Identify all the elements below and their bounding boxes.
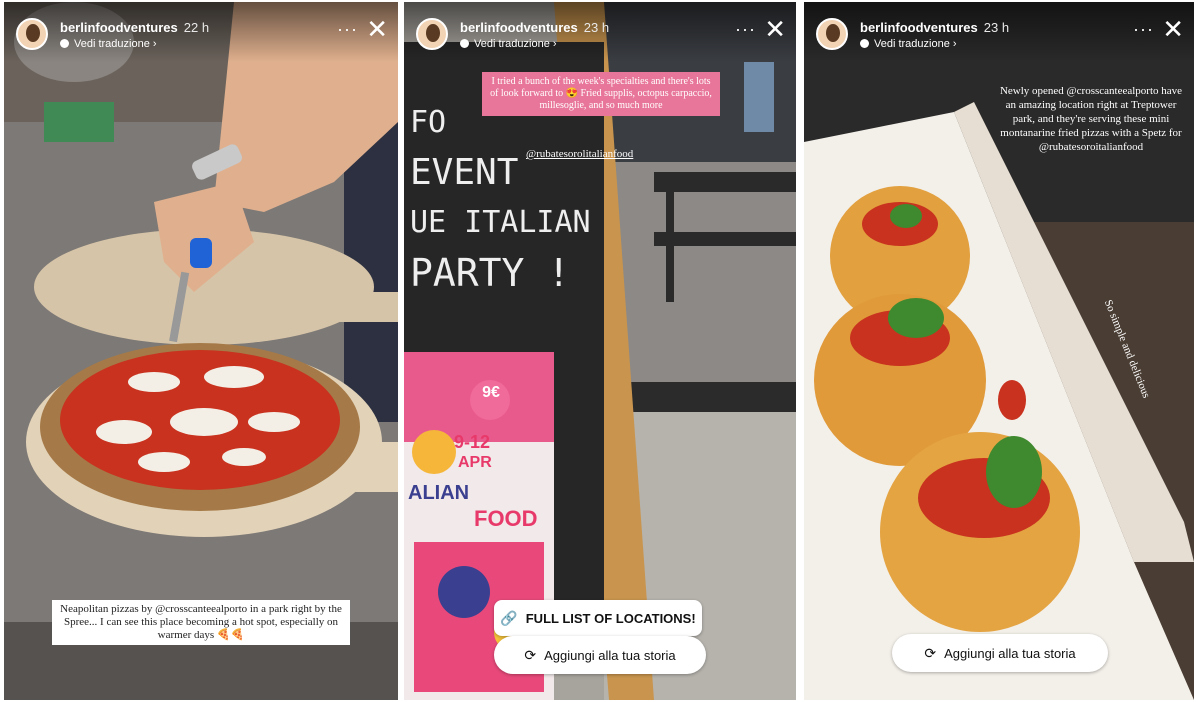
close-icon[interactable]: ✕: [1162, 16, 1184, 42]
link-sticker[interactable]: 🔗 FULL LIST OF LOCATIONS!: [494, 600, 702, 636]
poster-dates: 9-12: [454, 432, 491, 452]
story-caption: Newly opened @crosscanteealporto have an…: [999, 85, 1183, 153]
board-line: PARTY !: [410, 251, 571, 295]
add-to-story-button[interactable]: ⟳ Aggiungi alla tua storia: [494, 636, 706, 674]
translate-link[interactable]: Vedi traduzione ›: [60, 38, 157, 50]
username-text[interactable]: berlinfoodventures: [460, 20, 578, 35]
translate-icon: [60, 39, 69, 48]
story-panel-3[interactable]: berlinfoodventures 23 h Vedi traduzione ›…: [804, 2, 1194, 700]
avatar[interactable]: [816, 18, 848, 50]
username[interactable]: berlinfoodventures 23 h: [860, 20, 1009, 35]
story-panel-2[interactable]: FO EVENT UE ITALIAN PARTY ! 9€ 9-12 APR …: [404, 2, 796, 700]
avatar[interactable]: [16, 18, 48, 50]
link-sticker-label: FULL LIST OF LOCATIONS!: [525, 610, 696, 626]
board-line: UE ITALIAN: [410, 205, 591, 240]
add-to-story-label: Aggiungi alla tua storia: [944, 645, 1076, 661]
chalk-board-text: FO EVENT UE ITALIAN PARTY !: [410, 98, 591, 298]
more-dots-icon[interactable]: ···: [1133, 20, 1154, 38]
poster-month: APR: [458, 454, 492, 471]
username[interactable]: berlinfoodventures 23 h: [460, 20, 609, 35]
story-panel-1[interactable]: berlinfoodventures 22 h Vedi traduzione ›…: [4, 2, 398, 700]
translate-icon: [460, 39, 469, 48]
add-to-story-label: Aggiungi alla tua storia: [544, 647, 676, 663]
translate-label[interactable]: Vedi traduzione: [474, 38, 550, 50]
translate-icon: [860, 39, 869, 48]
close-icon[interactable]: ✕: [764, 16, 786, 42]
pizza-photo: [4, 2, 398, 700]
post-time: 22 h: [183, 20, 210, 35]
translate-link[interactable]: Vedi traduzione ›: [860, 38, 957, 50]
link-icon: 🔗: [500, 609, 518, 626]
post-time: 23 h: [983, 20, 1010, 35]
story-caption: Neapolitan pizzas by @crosscanteealporto…: [52, 600, 350, 645]
share-refresh-icon: ⟳: [924, 644, 937, 661]
add-to-story-button[interactable]: ⟳ Aggiungi alla tua storia: [892, 634, 1108, 672]
post-time: 23 h: [583, 20, 610, 35]
translate-label[interactable]: Vedi traduzione: [74, 38, 150, 50]
username-text[interactable]: berlinfoodventures: [60, 20, 178, 35]
more-dots-icon[interactable]: ···: [735, 20, 756, 38]
poster-price: 9€: [482, 384, 500, 401]
story-caption: I tried a bunch of the week's specialtie…: [482, 72, 720, 116]
share-refresh-icon: ⟳: [524, 646, 537, 663]
username-text[interactable]: berlinfoodventures: [860, 20, 978, 35]
translate-link[interactable]: Vedi traduzione ›: [460, 38, 557, 50]
avatar[interactable]: [416, 18, 448, 50]
username[interactable]: berlinfoodventures 22 h: [60, 20, 209, 35]
mention-tag[interactable]: @rubatesorolitalianfood: [526, 148, 633, 160]
poster-word: FOOD: [474, 506, 538, 531]
poster-word: ALIAN: [408, 482, 470, 504]
close-icon[interactable]: ✕: [366, 16, 388, 42]
more-dots-icon[interactable]: ···: [337, 20, 358, 38]
translate-label[interactable]: Vedi traduzione: [874, 38, 950, 50]
